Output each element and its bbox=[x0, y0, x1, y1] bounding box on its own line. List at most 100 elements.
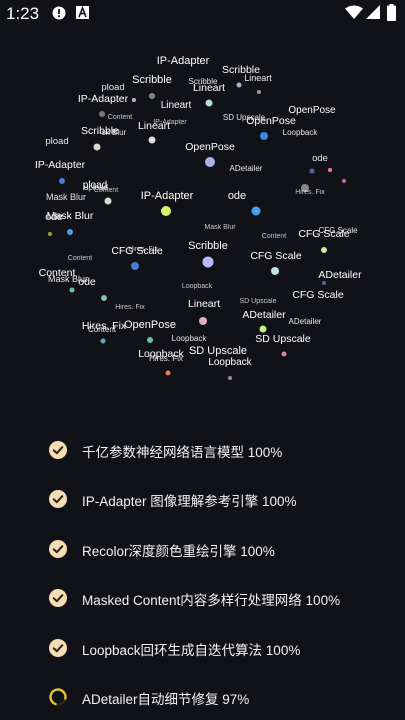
tag-cloud-label[interactable]: Mask Blur bbox=[46, 192, 86, 202]
tag-cloud-label[interactable]: Content bbox=[262, 233, 287, 240]
tag-cloud-label[interactable]: Loopback bbox=[283, 128, 319, 137]
tag-cloud-label[interactable]: Content bbox=[68, 255, 93, 262]
task-label: 千亿参数神经网络语言模型 100% bbox=[82, 445, 283, 460]
tag-cloud-dot bbox=[236, 82, 242, 88]
tag-cloud-label[interactable]: Lineart bbox=[193, 82, 225, 94]
check-circle-icon bbox=[49, 639, 67, 657]
tag-cloud-dot bbox=[322, 281, 326, 285]
tag-cloud-dot bbox=[199, 317, 207, 325]
tag-cloud-label[interactable]: ode bbox=[228, 190, 246, 202]
tag-cloud-dot bbox=[99, 111, 105, 117]
tag-cloud-label[interactable]: Content bbox=[94, 187, 119, 194]
tag-cloud-dot bbox=[104, 197, 112, 205]
tag-cloud-dot bbox=[257, 90, 261, 94]
task-item: ADetailer自动细节修复 97% bbox=[0, 681, 405, 713]
tag-cloud-label[interactable]: OpenPose bbox=[124, 319, 176, 331]
task-item: 千亿参数神经网络语言模型 100% bbox=[0, 434, 405, 466]
tag-cloud-label[interactable]: ADetailer bbox=[289, 317, 322, 326]
tag-cloud-label[interactable]: pload bbox=[45, 136, 68, 147]
tag-cloud-label[interactable]: Scribble bbox=[132, 74, 172, 86]
tag-cloud-dot bbox=[205, 157, 215, 167]
tag-cloud-label[interactable]: Hires. Fix bbox=[295, 189, 325, 196]
status-bar: 1:23 bbox=[0, 0, 405, 28]
tag-cloud-label[interactable]: ADetailer bbox=[242, 309, 286, 321]
tag-cloud-dot bbox=[342, 179, 346, 183]
tag-cloud-label[interactable]: IP-Adapter bbox=[157, 55, 210, 67]
tag-cloud-dot bbox=[131, 262, 139, 270]
tag-cloud-label[interactable]: OpenPose bbox=[185, 141, 235, 153]
tag-cloud-dot bbox=[161, 206, 171, 216]
tag-cloud-label[interactable]: ADetailer bbox=[318, 269, 362, 281]
battery-icon bbox=[387, 4, 396, 21]
tag-cloud-label[interactable]: IP-Adapter bbox=[141, 190, 194, 202]
tag-cloud-dot bbox=[59, 178, 65, 184]
tag-cloud-dot bbox=[259, 325, 267, 333]
tag-cloud-label[interactable]: CFG Scale bbox=[298, 228, 350, 240]
tag-cloud-label[interactable]: OpenPose bbox=[288, 105, 336, 116]
tag-cloud-dot bbox=[228, 376, 232, 380]
task-label: Recolor深度颜色重绘引擎 100% bbox=[82, 544, 275, 559]
tag-cloud-label[interactable]: IP-Adapter bbox=[78, 93, 129, 105]
task-item: Recolor深度颜色重绘引擎 100% bbox=[0, 533, 405, 565]
tag-cloud-label[interactable]: IP-Adapter bbox=[35, 159, 86, 171]
tag-cloud-label[interactable]: sk Blur bbox=[102, 128, 127, 137]
tag-cloud-dot bbox=[149, 93, 155, 99]
tag-cloud-dot bbox=[281, 351, 287, 357]
task-item: Loopback回环生成自迭代算法 100% bbox=[0, 632, 405, 664]
tag-cloud-label[interactable]: Lineart bbox=[244, 73, 272, 83]
tag-cloud-dot bbox=[100, 338, 106, 344]
tag-cloud-label[interactable]: Hires. Fix bbox=[115, 304, 145, 311]
task-item: IP-Adapter 图像理解参考引擎 100% bbox=[0, 483, 405, 515]
tag-cloud-label[interactable]: ode bbox=[312, 153, 328, 164]
tag-cloud-dot bbox=[202, 256, 214, 268]
tag-cloud-label[interactable]: Scribble bbox=[188, 240, 228, 252]
tag-cloud-label[interactable]: Mask Blur bbox=[204, 224, 236, 231]
task-label: Masked Content内容多样行处理网络 100% bbox=[82, 593, 341, 608]
tag-cloud-label[interactable]: ode bbox=[78, 276, 96, 288]
tag-cloud-label[interactable]: Lineart bbox=[161, 100, 192, 111]
tag-cloud-label[interactable]: CFG Scale bbox=[292, 289, 344, 301]
tag-cloud-label[interactable]: Hires. Fix bbox=[128, 246, 158, 253]
tag-cloud-dot bbox=[148, 136, 156, 144]
check-circle-icon bbox=[49, 441, 67, 459]
tag-cloud-label[interactable]: Content bbox=[88, 325, 117, 334]
tag-cloud-label[interactable]: pload bbox=[101, 82, 124, 93]
tag-cloud-label[interactable]: SD Upscale bbox=[189, 345, 247, 357]
tag-cloud-label[interactable]: OpenPose bbox=[246, 115, 296, 127]
loading-spinner-icon bbox=[49, 688, 67, 706]
tag-cloud-dot bbox=[101, 295, 107, 301]
task-item: Masked Content内容多样行处理网络 100% bbox=[0, 582, 405, 614]
tag-cloud-label[interactable]: CFG Scale bbox=[250, 250, 302, 262]
tag-cloud-dot bbox=[93, 143, 101, 151]
wifi-icon bbox=[345, 5, 363, 19]
tag-cloud-label[interactable]: Hires. Fix bbox=[149, 354, 183, 363]
tag-cloud-dot bbox=[132, 98, 136, 102]
tag-cloud-label[interactable]: IP-Adapter bbox=[153, 119, 187, 126]
tag-cloud-dot bbox=[165, 370, 171, 376]
tag-cloud-label[interactable]: Loopback bbox=[208, 357, 252, 368]
check-circle-icon bbox=[49, 490, 67, 508]
tag-cloud-dot bbox=[328, 168, 332, 172]
tag-cloud-label[interactable]: Lineart bbox=[188, 298, 220, 310]
tag-cloud-label[interactable]: SD Upscale bbox=[255, 333, 311, 345]
tag-cloud-dot bbox=[69, 287, 75, 293]
font-a-icon bbox=[76, 6, 89, 19]
tag-cloud-label[interactable]: ADetailer bbox=[230, 164, 263, 173]
tag-cloud-dot bbox=[271, 267, 279, 275]
status-time: 1:23 bbox=[6, 4, 40, 23]
tag-cloud-label[interactable]: Mask Blur bbox=[47, 210, 94, 222]
tag-cloud-dot bbox=[48, 232, 52, 236]
tag-cloud[interactable]: IP-AdapterScribbleLineartploadScribble Sc… bbox=[0, 40, 405, 400]
tag-cloud-label[interactable]: Loopback bbox=[182, 283, 213, 290]
alert-circle-icon bbox=[52, 6, 66, 20]
tag-cloud-label[interactable]: SD Upscale bbox=[240, 298, 277, 305]
tag-cloud-dot bbox=[147, 337, 153, 343]
tag-cloud-dot bbox=[205, 99, 213, 107]
tag-cloud-label[interactable]: Content bbox=[108, 114, 133, 121]
tag-cloud-dot bbox=[251, 206, 261, 216]
tag-cloud-dot bbox=[321, 247, 327, 253]
check-circle-icon bbox=[49, 540, 67, 558]
cellular-signal-icon bbox=[366, 5, 380, 19]
tag-cloud-label[interactable]: Loopback bbox=[172, 334, 208, 343]
tag-cloud-dot bbox=[67, 229, 73, 235]
